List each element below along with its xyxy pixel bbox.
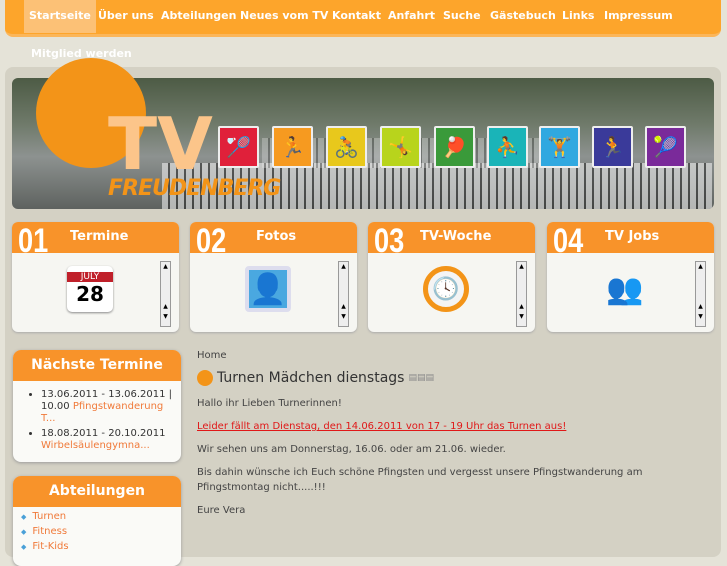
alert-paragraph: Leider fällt am Dienstag, den 14.06.2011…: [197, 421, 567, 432]
paragraph: Eure Vera: [197, 505, 246, 516]
departments-panel: Abteilungen Turnen Fitness Fit-Kids: [13, 476, 181, 566]
breadcrumb[interactable]: Home: [197, 350, 697, 361]
box-termine: 01 Termine JULY 28 ▲ ▲ ▼: [12, 222, 179, 332]
users-icon[interactable]: 👥: [602, 266, 648, 312]
article-heading: Turnen Mädchen dienstags ▤▤▤: [197, 370, 697, 386]
department-link-fitness[interactable]: Fitness: [32, 526, 67, 537]
panel-title: Nächste Termine: [13, 350, 181, 381]
department-link-turnen[interactable]: Turnen: [32, 511, 66, 522]
event-dates: 18.08.2011 - 20.10.2011: [41, 428, 166, 439]
page-title: Turnen Mädchen dienstags: [217, 370, 405, 386]
panel-title: Abteilungen: [13, 476, 181, 507]
nav-gaestebuch[interactable]: Gästebuch: [485, 0, 561, 33]
basketball-icon[interactable]: ⛹: [487, 126, 528, 168]
scrollbar[interactable]: ▲ ▲ ▼: [695, 261, 706, 327]
nav-kontakt[interactable]: Kontakt: [327, 0, 386, 33]
logo-subtitle: FREUDENBERG: [108, 176, 281, 201]
box-title[interactable]: TV Jobs: [605, 229, 659, 244]
nav-links[interactable]: Links: [557, 0, 599, 33]
box-fotos: 02 Fotos 👤 ▲ ▲ ▼: [190, 222, 357, 332]
event-item: 18.08.2011 - 20.10.2011 Wirbelsäulengymn…: [41, 428, 173, 452]
box-tv-woche: 03 TV-Woche 🕓 ▲ ▲ ▼: [368, 222, 535, 332]
category-icon: [197, 370, 213, 386]
calendar-month: JULY: [67, 272, 113, 282]
photo-icon[interactable]: 👤: [245, 266, 291, 312]
paragraph: Hallo ihr Lieben Turnerinnen!: [197, 398, 342, 409]
department-item: Fitness: [21, 526, 173, 538]
box-title[interactable]: Fotos: [256, 229, 296, 244]
scrollbar[interactable]: ▲ ▲ ▼: [338, 261, 349, 327]
cycling-icon[interactable]: 🚴: [326, 126, 367, 168]
gymnastics-icon[interactable]: 🤸: [380, 126, 421, 168]
box-number: 03: [374, 222, 405, 260]
calendar-icon[interactable]: JULY 28: [67, 266, 113, 312]
main-nav: Startseite Über uns Abteilungen Neues vo…: [5, 0, 721, 37]
event-link[interactable]: Wirbelsäulengymna...: [41, 440, 150, 451]
clock-icon[interactable]: 🕓: [423, 266, 469, 312]
box-title[interactable]: Termine: [70, 229, 128, 244]
weightlifting-icon[interactable]: 🏋: [539, 126, 580, 168]
article: Home Turnen Mädchen dienstags ▤▤▤ Hallo i…: [197, 350, 697, 526]
tennis-icon[interactable]: 🎾: [645, 126, 686, 168]
nav-anfahrt[interactable]: Anfahrt: [383, 0, 440, 33]
box-number: 02: [196, 222, 227, 260]
next-events-panel: Nächste Termine 13.06.2011 - 13.06.2011 …: [13, 350, 181, 462]
calendar-day: 28: [76, 282, 104, 306]
nav-suche[interactable]: Suche: [438, 0, 486, 33]
fitness-icon[interactable]: 🏃: [592, 126, 633, 168]
department-item: Fit-Kids: [21, 541, 173, 553]
box-tv-jobs: 04 TV Jobs 👥 ▲ ▲ ▼: [547, 222, 714, 332]
box-number: 01: [18, 222, 49, 260]
nav-mitglied-werden[interactable]: Mitglied werden: [31, 47, 132, 60]
box-title[interactable]: TV-Woche: [420, 229, 491, 244]
running-icon[interactable]: 🏃: [272, 126, 313, 168]
box-number: 04: [553, 222, 584, 260]
nav-neues-vom-tv[interactable]: Neues vom TV: [235, 0, 333, 33]
scrollbar[interactable]: ▲ ▲ ▼: [516, 261, 527, 327]
pdf-print-email-icons[interactable]: ▤▤▤: [408, 373, 434, 383]
paragraph: Bis dahin wünsche ich Euch schöne Pfings…: [197, 467, 643, 493]
nav-abteilungen[interactable]: Abteilungen: [156, 0, 241, 33]
nav-impressum[interactable]: Impressum: [599, 0, 678, 33]
department-item: Turnen: [21, 511, 173, 523]
table-tennis-icon[interactable]: 🏓: [434, 126, 475, 168]
event-item: 13.06.2011 - 13.06.2011 | 10.00 Pfingstw…: [41, 389, 173, 425]
logo-text: TV: [108, 102, 213, 186]
scrollbar[interactable]: ▲ ▲ ▼: [160, 261, 171, 327]
badminton-icon[interactable]: 🏸: [218, 126, 259, 168]
nav-startseite[interactable]: Startseite: [24, 0, 96, 33]
nav-ueber-uns[interactable]: Über uns: [93, 0, 159, 33]
department-link-fit-kids[interactable]: Fit-Kids: [32, 541, 68, 552]
paragraph: Wir sehen uns am Donnerstag, 16.06. oder…: [197, 444, 506, 455]
